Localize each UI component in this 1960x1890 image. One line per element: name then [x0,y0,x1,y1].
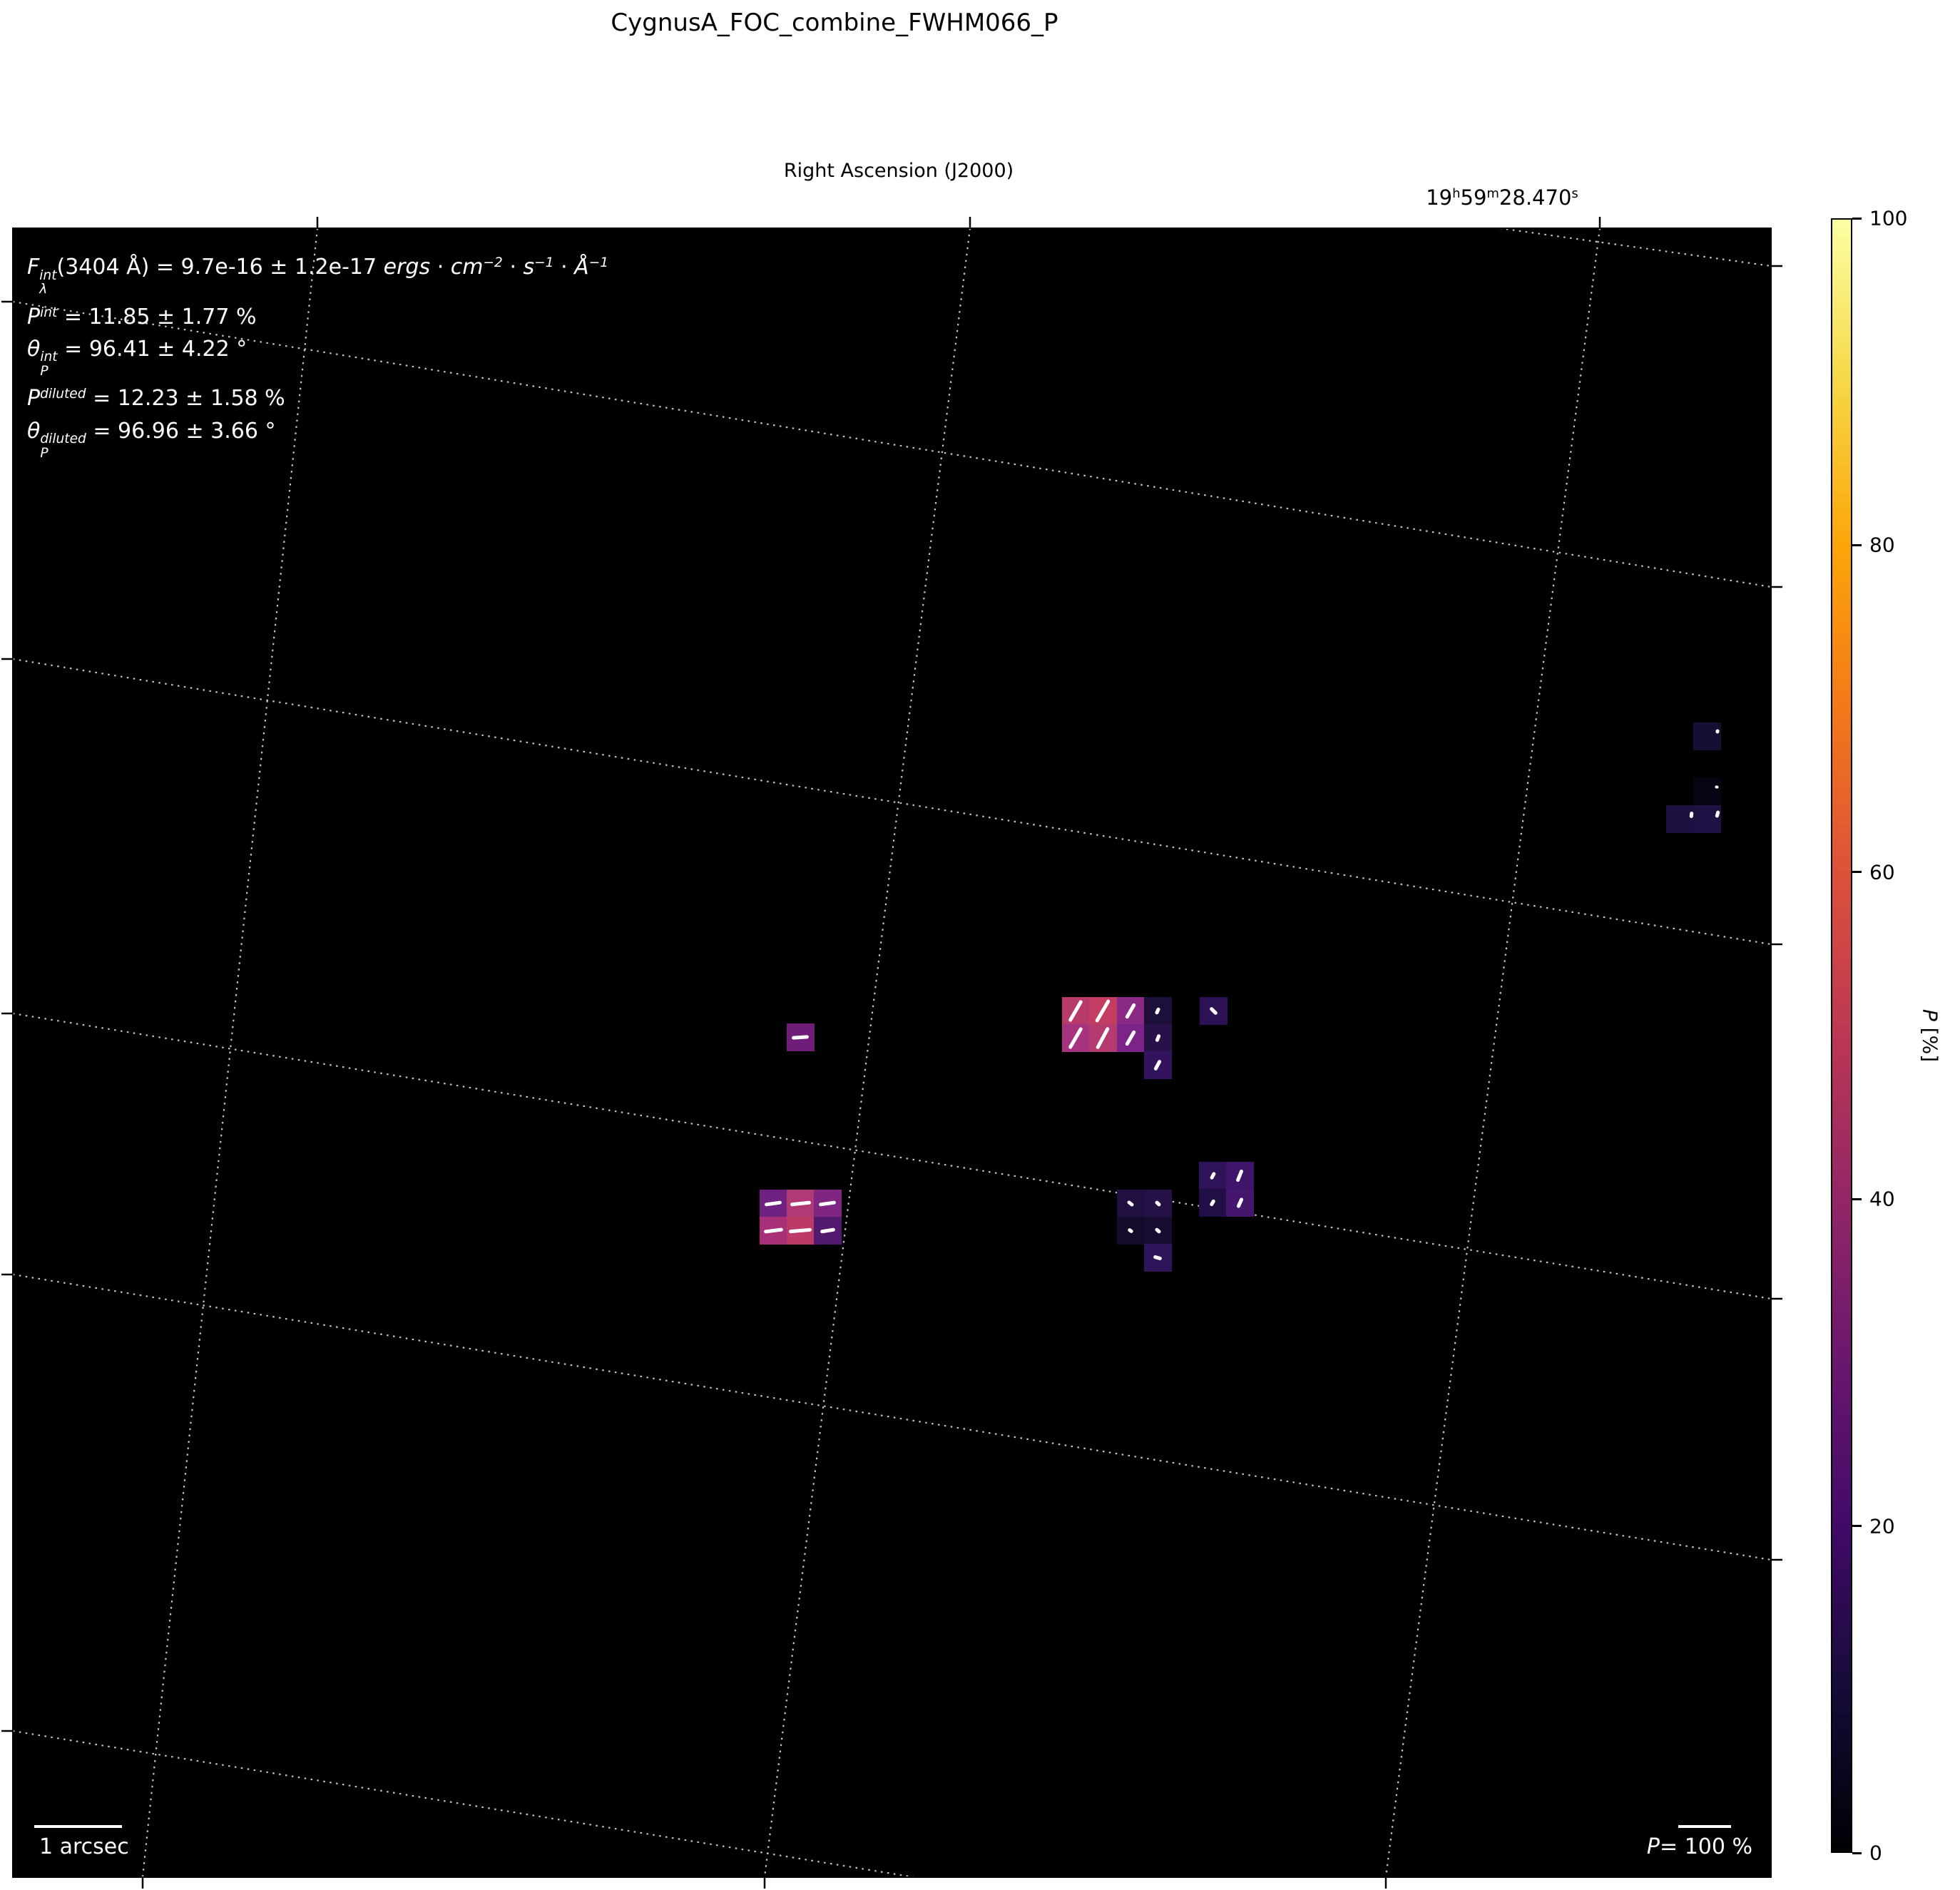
text-token: ⋅ s [502,255,535,280]
text-token: = 100 % [1660,1834,1752,1859]
text-token: −1 [534,255,554,270]
polarization-cell [1693,777,1721,805]
text-token: = 12.23 ± 1.58 % [86,386,285,412]
polarization-scalebar [1678,1825,1731,1828]
colorbar-tick [1852,1197,1862,1200]
text-token: diluted [40,387,86,402]
polarization-vector [1715,785,1719,789]
colorbar-tick-label: 80 [1869,533,1895,557]
arcsec-scalebar [34,1825,122,1828]
colorbar-tick [1852,543,1862,546]
polarization-cell [1693,722,1721,750]
text-token: s [1571,186,1578,202]
polarization-vector [791,1034,810,1040]
colorbar-tick-label: 20 [1869,1514,1895,1538]
colorbar-tick [1852,871,1862,874]
colorbar-tick-label: 100 [1869,206,1908,230]
polarization-vector [1715,728,1720,734]
text-token: θ [27,336,41,362]
figure-title: CygnusA_FOC_combine_FWHM066_P [611,9,1058,37]
text-token: 19 [1426,185,1453,210]
text-token: int [40,305,58,320]
text-token: = 11.85 ± 1.77 % [57,304,257,330]
text-token: 28.470 [1499,185,1572,210]
text-token: −2 [483,255,503,270]
polarization-cell [1693,805,1721,833]
colorbar-tick-label: 60 [1869,860,1895,884]
colorbar-tick [1852,1851,1862,1854]
colorbar [1831,218,1852,1853]
text-token: m [1486,186,1499,202]
arcsec-scalebar-label: 1 arcsec [39,1834,129,1859]
text-token: F [27,255,40,280]
polarization-scalebar-label: P= 100 % [1647,1834,1752,1859]
text-token: 59 [1460,185,1487,210]
text-token: int P [40,349,58,379]
text-token: diluted P [40,431,86,461]
colorbar-tick [1852,217,1862,220]
text-token: ⋅ Å [553,255,589,280]
annotation-line: θ int P = 96.41 ± 4.22 ° [27,333,608,378]
polarization-cell [1666,805,1694,833]
text-token: θ [27,418,41,444]
annotation-line: Pdiluted = 12.23 ± 1.58 % [27,378,608,414]
text-token: P [1646,1834,1660,1859]
colorbar-axis-label: P [%] [1919,1009,1942,1062]
text-token: = 96.96 ± 3.66 ° [86,418,276,444]
text-token: P [27,386,41,412]
text-token: ergs ⋅ cm [383,255,484,280]
x-axis-tick-label: 19h59m28.470s [1359,185,1645,210]
text-token: int λ [39,267,57,297]
annotation-line: Fint λ (3404 Å) = 9.7e-16 ± 1.2e-17 ergs ⋅… [27,247,608,297]
text-token: P [1918,1008,1942,1021]
polarization-vector [1689,811,1693,818]
x-axis-label: Right Ascension (J2000) [783,160,1014,182]
colorbar-tick-label: 40 [1869,1187,1895,1211]
text-token: = 96.41 ± 4.22 ° [57,336,247,362]
text-token: (3404 Å) = 9.7e-16 ± 1.2e-17 [56,255,384,280]
text-token: h [1452,186,1461,202]
text-token: P [27,304,41,330]
sky-map-plot: Fint λ (3404 Å) = 9.7e-16 ± 1.2e-17 ergs ⋅… [13,228,1771,1877]
colorbar-tick-label: 0 [1869,1841,1882,1865]
annotation-line: Pint = 11.85 ± 1.77 % [27,297,608,333]
text-token: −1 [588,255,609,270]
figure-canvas: CygnusA_FOC_combine_FWHM066_P Right Asce… [0,0,1960,1890]
annotation-block: Fint λ (3404 Å) = 9.7e-16 ± 1.2e-17 ergs ⋅… [27,247,608,460]
text-token: [%] [1918,1021,1942,1063]
colorbar-tick [1852,1525,1862,1528]
annotation-line: θ diluted P = 96.96 ± 3.66 ° [27,415,608,460]
